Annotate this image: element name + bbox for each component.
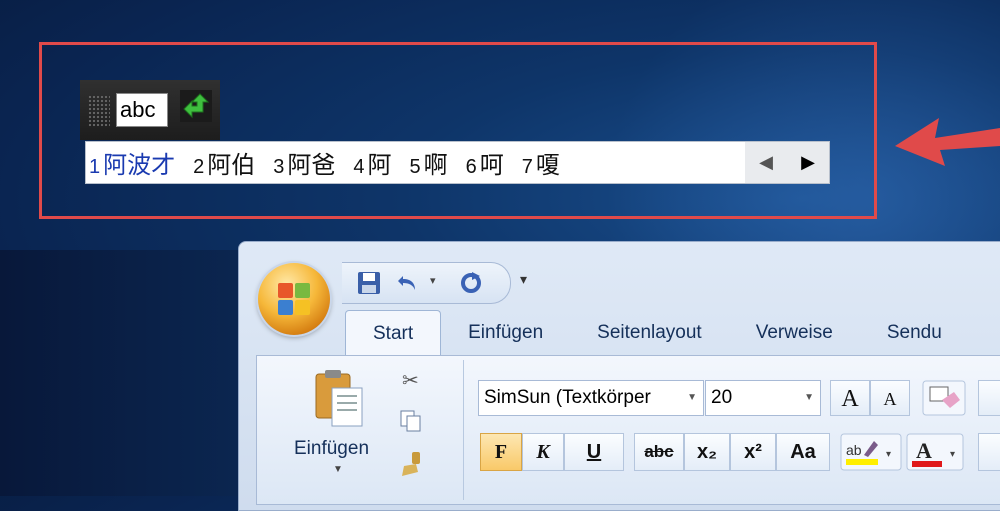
- highlight-box: [39, 42, 877, 219]
- cut-icon[interactable]: ✂: [402, 368, 419, 393]
- desktop-shadow: [0, 250, 240, 496]
- tab-mailings[interactable]: Sendu: [860, 310, 969, 355]
- tab-page-layout[interactable]: Seitenlayout: [570, 310, 729, 355]
- tab-references[interactable]: Verweise: [729, 310, 860, 355]
- chevron-down-icon: ▼: [804, 392, 814, 403]
- tab-insert[interactable]: Einfügen: [441, 310, 570, 355]
- highlight-color-icon[interactable]: ab ▾: [840, 433, 902, 471]
- grow-font-button[interactable]: A: [830, 380, 870, 416]
- underline-button[interactable]: U: [564, 433, 624, 471]
- customize-qat-icon[interactable]: ▾: [520, 271, 527, 288]
- paste-dropdown-icon[interactable]: ▼: [333, 464, 343, 475]
- save-icon[interactable]: [356, 270, 382, 296]
- bold-button[interactable]: F: [480, 433, 522, 471]
- ribbon-tabs: Start Einfügen Seitenlayout Verweise Sen…: [345, 310, 969, 355]
- paste-button[interactable]: Einfügen: [294, 438, 369, 460]
- change-case-button[interactable]: Aa: [776, 433, 830, 471]
- change-styles-partial[interactable]: [978, 380, 1000, 416]
- format-painter-icon[interactable]: [398, 450, 426, 478]
- redo-icon[interactable]: [458, 270, 484, 296]
- pointer-arrow-icon: [895, 118, 1000, 166]
- strikethrough-button[interactable]: abc: [634, 433, 684, 471]
- font-name-select[interactable]: SimSun (Textkörper ▼: [478, 380, 704, 416]
- tab-start[interactable]: Start: [345, 310, 442, 355]
- superscript-button[interactable]: x²: [730, 433, 776, 471]
- paste-icon[interactable]: [312, 368, 368, 428]
- svg-text:▾: ▾: [886, 449, 891, 460]
- svg-text:A: A: [916, 438, 932, 463]
- italic-button[interactable]: K: [522, 433, 564, 471]
- svg-text:▾: ▾: [950, 449, 955, 460]
- copy-icon[interactable]: [398, 408, 424, 434]
- chevron-down-icon: ▼: [687, 392, 697, 403]
- undo-dropdown-icon[interactable]: ▾: [430, 274, 436, 287]
- shrink-font-button[interactable]: A: [870, 380, 910, 416]
- ribbon-partial-button[interactable]: [978, 433, 1000, 471]
- subscript-button[interactable]: x₂: [684, 433, 730, 471]
- undo-icon[interactable]: [395, 270, 421, 296]
- font-size-select[interactable]: 20 ▼: [705, 380, 821, 416]
- font-color-icon[interactable]: A ▾: [906, 433, 964, 471]
- clear-formatting-icon[interactable]: [922, 380, 966, 416]
- office-logo-icon: [278, 283, 310, 315]
- svg-text:ab: ab: [846, 442, 862, 458]
